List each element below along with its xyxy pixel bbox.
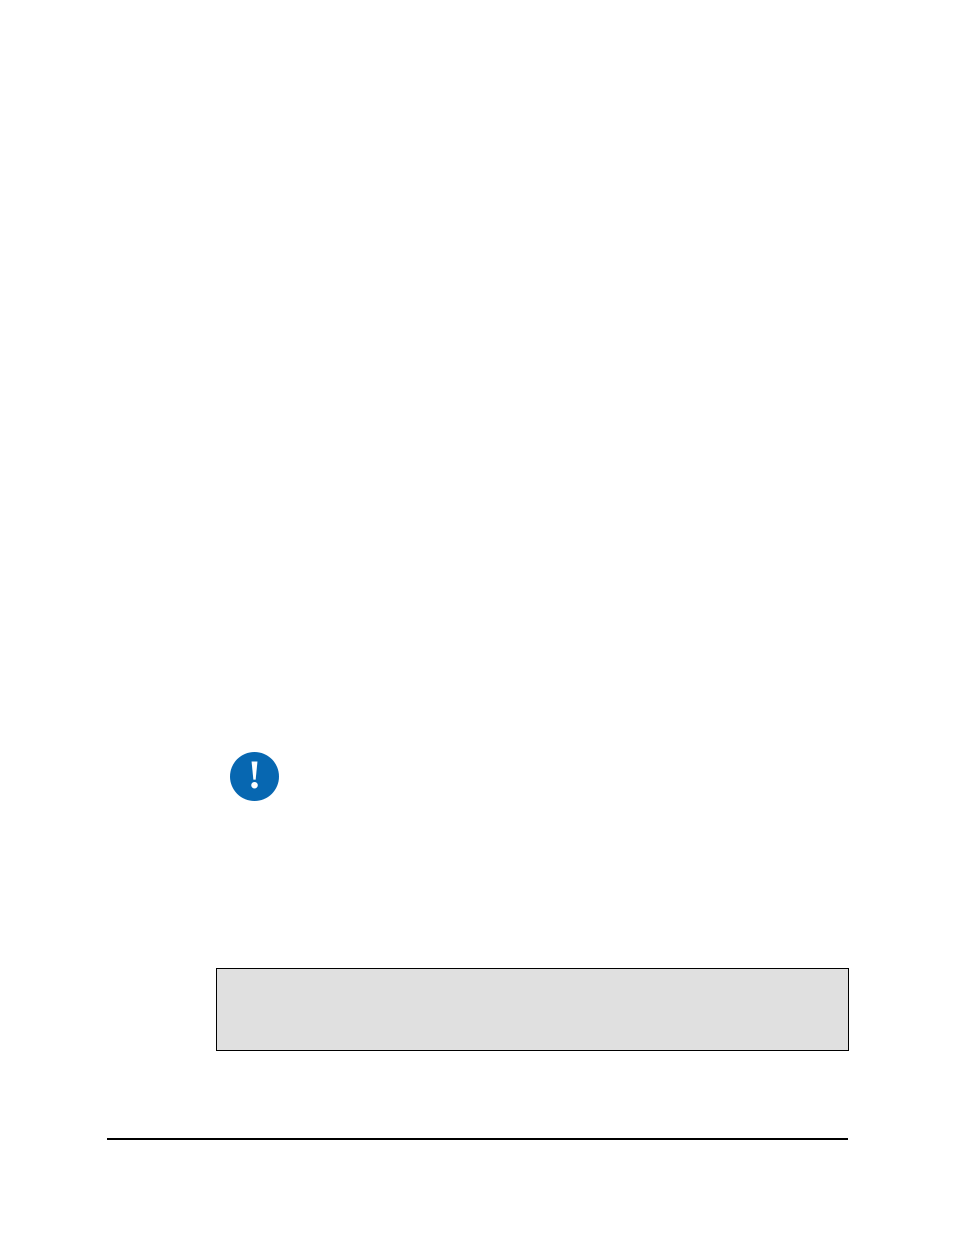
notice-icon: ! xyxy=(230,752,279,801)
content-box xyxy=(216,968,849,1051)
footer-divider xyxy=(107,1138,848,1140)
document-page: ! xyxy=(0,0,954,1235)
exclamation-mark: ! xyxy=(248,755,261,795)
